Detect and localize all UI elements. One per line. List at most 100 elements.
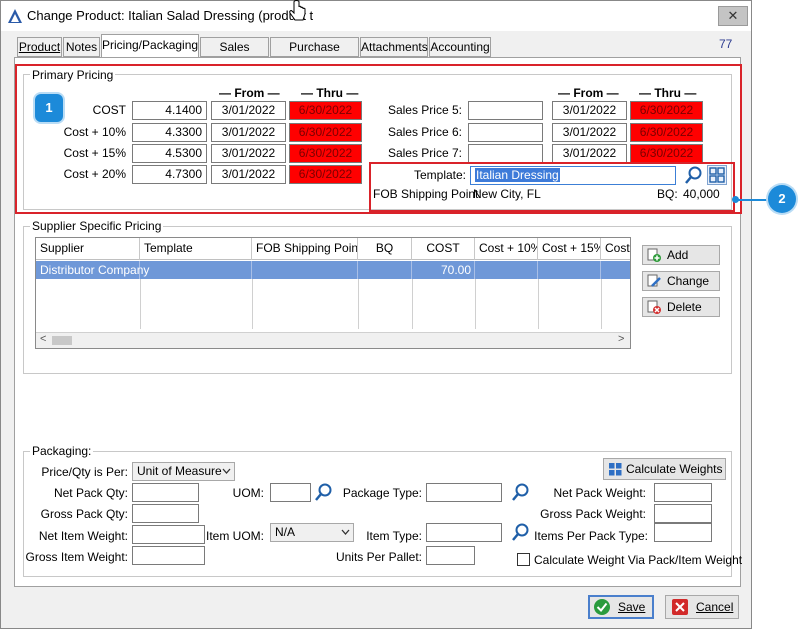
gross-pack-weight-input[interactable]	[654, 504, 712, 523]
cost-15-from-date[interactable]: 3/01/2022	[211, 144, 286, 163]
cell-bq	[358, 261, 412, 279]
col-bq[interactable]: BQ	[358, 238, 412, 260]
search-icon	[512, 483, 529, 501]
package-type-input[interactable]	[426, 483, 502, 502]
save-button[interactable]: Save	[588, 595, 654, 619]
column-divider	[412, 279, 413, 329]
column-divider	[358, 279, 359, 329]
price-qty-select[interactable]: Unit of Measure	[132, 462, 235, 481]
col-cost-10[interactable]: Cost + 10%	[475, 238, 538, 260]
net-item-weight-label: Net Item Weight:	[38, 529, 128, 543]
template-label: Template:	[413, 168, 466, 182]
tab-sales-history[interactable]: Sales History	[200, 37, 269, 72]
gross-item-weight-input[interactable]	[132, 546, 205, 565]
delete-icon	[647, 300, 661, 314]
app-logo-icon	[8, 9, 22, 23]
supplier-pricing-label: Supplier Specific Pricing	[30, 219, 164, 233]
sales-price-7-value[interactable]	[468, 144, 543, 163]
cost-value[interactable]: 4.1400	[132, 101, 207, 120]
template-search-button[interactable]	[684, 165, 704, 185]
callout-dot	[732, 196, 739, 203]
sales-price-5-value[interactable]	[468, 101, 543, 120]
col-cost[interactable]: COST	[412, 238, 475, 260]
tab-attachments-label: Attachments	[361, 40, 428, 54]
cancel-button[interactable]: Cancel	[665, 595, 739, 619]
gross-pack-weight-label: Gross Pack Weight:	[540, 507, 646, 521]
net-item-weight-input[interactable]	[132, 525, 205, 544]
sales-price-6-thru-date[interactable]: 6/30/2022	[630, 123, 703, 142]
table-row[interactable]: Distributor Company 70.00	[36, 261, 630, 279]
tab-product-label: Product	[18, 40, 61, 54]
net-pack-qty-input[interactable]	[132, 483, 199, 502]
template-grid-button[interactable]	[707, 165, 727, 185]
items-per-pack-type-input[interactable]	[654, 523, 712, 542]
items-per-pack-type-label: Items Per Pack Type:	[534, 529, 648, 543]
change-supplier-button[interactable]: Change	[642, 271, 720, 291]
col-template[interactable]: Template	[140, 238, 252, 260]
item-uom-select[interactable]: N/A	[270, 523, 354, 542]
thru-header-2: — Thru —	[639, 86, 697, 100]
tab-product[interactable]: Product	[17, 37, 62, 57]
add-supplier-button[interactable]: Add	[642, 245, 720, 265]
record-number: 77	[719, 37, 733, 51]
checkmark-icon	[594, 599, 610, 615]
gross-pack-qty-label: Gross Pack Qty:	[40, 507, 128, 521]
gross-item-weight-label: Gross Item Weight:	[25, 550, 128, 564]
col-supplier[interactable]: Supplier	[36, 238, 140, 260]
scrollbar-thumb[interactable]	[52, 336, 72, 345]
delete-label: Delete	[667, 300, 702, 314]
cost-label: COST	[92, 103, 126, 117]
item-uom-value: N/A	[275, 525, 296, 539]
tab-attachments[interactable]: Attachments	[360, 37, 428, 57]
horizontal-scrollbar[interactable]: < >	[36, 332, 630, 348]
chevron-down-icon	[222, 468, 231, 474]
from-header: — From —	[219, 86, 280, 100]
sales-price-6-from-date[interactable]: 3/01/2022	[552, 123, 627, 142]
cost-15-value[interactable]: 4.5300	[132, 144, 207, 163]
net-pack-weight-label: Net Pack Weight:	[553, 486, 646, 500]
calculate-weights-button[interactable]: Calculate Weights	[603, 458, 726, 480]
cost-10-from-date[interactable]: 3/01/2022	[211, 123, 286, 142]
calc-weight-via-checkbox[interactable]	[517, 553, 530, 566]
cost-10-value[interactable]: 4.3300	[132, 123, 207, 142]
sales-price-5-thru-date[interactable]: 6/30/2022	[630, 101, 703, 120]
item-type-label: Item Type:	[366, 529, 422, 543]
delete-supplier-button[interactable]: Delete	[642, 297, 720, 317]
calculator-icon	[609, 463, 622, 476]
col-cost-more[interactable]: Cost	[601, 238, 630, 260]
uom-input[interactable]	[270, 483, 311, 502]
cost-10-thru-date[interactable]: 6/30/2022	[289, 123, 362, 142]
tab-accounting[interactable]: Accounting	[429, 37, 491, 57]
cancel-label: Cancel	[696, 600, 734, 614]
cost-15-thru-date[interactable]: 6/30/2022	[289, 144, 362, 163]
package-type-search-button[interactable]	[511, 482, 531, 502]
col-fob[interactable]: FOB Shipping Point	[252, 238, 358, 260]
item-type-input[interactable]	[426, 523, 502, 542]
cost-15-label: Cost + 15%	[63, 146, 126, 160]
column-divider	[252, 279, 253, 329]
sales-price-6-value[interactable]	[468, 123, 543, 142]
cost-20-thru-date[interactable]: 6/30/2022	[289, 165, 362, 184]
close-button[interactable]: ✕	[718, 6, 748, 26]
tab-purchase-history[interactable]: Purchase History	[270, 37, 359, 72]
units-per-pallet-input[interactable]	[426, 546, 475, 565]
cost-from-date[interactable]: 3/01/2022	[211, 101, 286, 120]
cost-20-value[interactable]: 4.7300	[132, 165, 207, 184]
scroll-right-arrow-icon[interactable]: >	[618, 333, 624, 345]
scroll-left-arrow-icon[interactable]: <	[40, 333, 46, 345]
template-input[interactable]: Italian Dressing	[470, 166, 676, 185]
tab-notes-label: Notes	[65, 40, 98, 54]
cost-20-label: Cost + 20%	[63, 167, 126, 181]
net-pack-weight-input[interactable]	[654, 483, 712, 502]
cost-20-from-date[interactable]: 3/01/2022	[211, 165, 286, 184]
column-divider	[538, 279, 539, 329]
col-cost-15[interactable]: Cost + 15%	[538, 238, 601, 260]
tab-pricing-packaging[interactable]: Pricing/Packaging	[101, 34, 199, 58]
fob-label: FOB Shipping Point:	[373, 187, 482, 201]
sales-price-5-from-date[interactable]: 3/01/2022	[552, 101, 627, 120]
tab-notes[interactable]: Notes	[63, 37, 100, 57]
sales-price-7-thru-date[interactable]: 6/30/2022	[630, 144, 703, 163]
gross-pack-qty-input[interactable]	[132, 504, 199, 523]
cost-thru-date[interactable]: 6/30/2022	[289, 101, 362, 120]
sales-price-7-from-date[interactable]: 3/01/2022	[552, 144, 627, 163]
